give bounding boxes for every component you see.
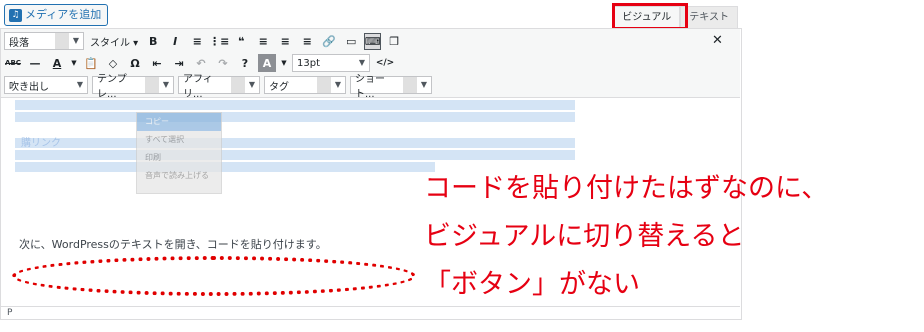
select-spacer — [403, 77, 417, 93]
faded-link-label: 購リンク — [21, 138, 61, 149]
align-right-button[interactable]: ≡ — [298, 32, 316, 50]
chevron-down-icon: ▼ — [72, 36, 80, 45]
body-paragraph: 次に、WordPressのテキストを開き、コードを貼り付けます。 — [19, 238, 327, 251]
context-menu: コピー すべて選択 印刷 音声で読み上げる — [136, 112, 222, 194]
bullet-list-button[interactable]: ≡ — [188, 32, 206, 50]
blockquote-button[interactable]: ❝ — [232, 32, 250, 50]
chevron-down-icon: ▼ — [248, 80, 256, 89]
italic-button[interactable]: I — [166, 32, 184, 50]
background-color-button[interactable]: A — [258, 54, 276, 72]
align-center-button[interactable]: ≡ — [276, 32, 294, 50]
toolbar-row-3: 吹き出し ▼ テンプレ... ▼ アフィリ... ▼ タグ ▼ ショート... … — [4, 74, 432, 100]
bold-button[interactable]: B — [144, 32, 162, 50]
ctx-select-all[interactable]: すべて選択 — [137, 131, 221, 149]
status-bar: P — [1, 306, 740, 319]
toolbar-row-1: 段落 ▼ スタイル ▾ B I ≡ ⋮≡ ❝ ≡ ≡ ≡ 🔗 ▭ ⌨ ❐ — [4, 30, 403, 52]
select-spacer — [145, 77, 159, 93]
select-spacer — [231, 77, 245, 93]
select-spacer — [317, 77, 331, 93]
selected-code-block — [15, 98, 575, 172]
annotation-line-2: ビジュアルに切り替えると — [424, 221, 745, 252]
toolbar-toggle-button[interactable]: ⌨ — [364, 32, 382, 50]
annotation-line-1: コードを貼り付けたはずなのに、 — [424, 173, 829, 204]
copy-button[interactable]: ❐ — [385, 32, 403, 50]
horizontal-line-button[interactable]: — — [26, 54, 44, 72]
tab-text[interactable]: テキスト — [680, 6, 738, 28]
selected-code-line — [15, 100, 575, 110]
more-tag-button[interactable]: ▭ — [342, 32, 360, 50]
outdent-button[interactable]: ⇤ — [148, 54, 166, 72]
chevron-down-icon[interactable]: ▼ — [280, 54, 288, 72]
chevron-down-icon: ▼ — [162, 80, 170, 89]
format-select-value: 段落 — [9, 37, 29, 49]
affiliate-select[interactable]: アフィリ... ▼ — [178, 74, 260, 100]
tag-select[interactable]: タグ ▼ — [264, 76, 346, 94]
chevron-down-icon: ▼ — [76, 80, 84, 89]
missing-button-ellipse — [12, 256, 416, 296]
affiliate-select-value: アフィリ... — [183, 74, 213, 100]
chevron-down-icon: ▼ — [420, 80, 428, 89]
ctx-read-aloud[interactable]: 音声で読み上げる — [137, 167, 221, 185]
shortcode-select[interactable]: ショート... ▼ — [350, 74, 432, 100]
balloon-select[interactable]: 吹き出し ▼ — [4, 76, 88, 94]
selected-code-line — [15, 112, 575, 122]
chevron-down-icon: ▼ — [334, 80, 342, 89]
chevron-down-icon: ▼ — [358, 58, 366, 67]
ctx-copy[interactable]: コピー — [137, 113, 221, 131]
shortcode-select-value: ショート... — [355, 74, 385, 100]
help-button[interactable]: ? — [236, 54, 254, 72]
fullscreen-icon[interactable]: ✕ — [712, 33, 723, 48]
annotation-line-3: 「ボタン」がない — [424, 269, 640, 300]
media-icon: ♫ — [9, 8, 22, 22]
template-select-value: テンプレ... — [97, 74, 127, 100]
balloon-select-value: 吹き出し — [9, 81, 49, 93]
selected-code-line — [15, 150, 575, 160]
align-left-button[interactable]: ≡ — [254, 32, 272, 50]
add-media-label: メディアを追加 — [25, 8, 102, 21]
tab-highlight-box — [612, 3, 688, 30]
tag-select-value: タグ — [269, 81, 289, 93]
chevron-down-icon[interactable]: ▼ — [70, 54, 78, 72]
strikethrough-button[interactable]: ABC — [4, 54, 22, 72]
style-menu[interactable]: スタイル ▾ — [88, 34, 140, 49]
ctx-print[interactable]: 印刷 — [137, 149, 221, 167]
template-select[interactable]: テンプレ... ▼ — [92, 74, 174, 100]
numbered-list-button[interactable]: ⋮≡ — [209, 32, 229, 50]
text-color-button[interactable]: A — [48, 54, 66, 72]
select-spacer — [55, 33, 69, 49]
font-size-value: 13pt — [297, 57, 320, 69]
selected-code-line — [15, 162, 435, 172]
format-select[interactable]: 段落 ▼ — [4, 32, 84, 50]
add-media-button[interactable]: ♫ メディアを追加 — [4, 4, 109, 26]
selected-code-line — [15, 138, 575, 148]
link-button[interactable]: 🔗 — [320, 32, 338, 50]
